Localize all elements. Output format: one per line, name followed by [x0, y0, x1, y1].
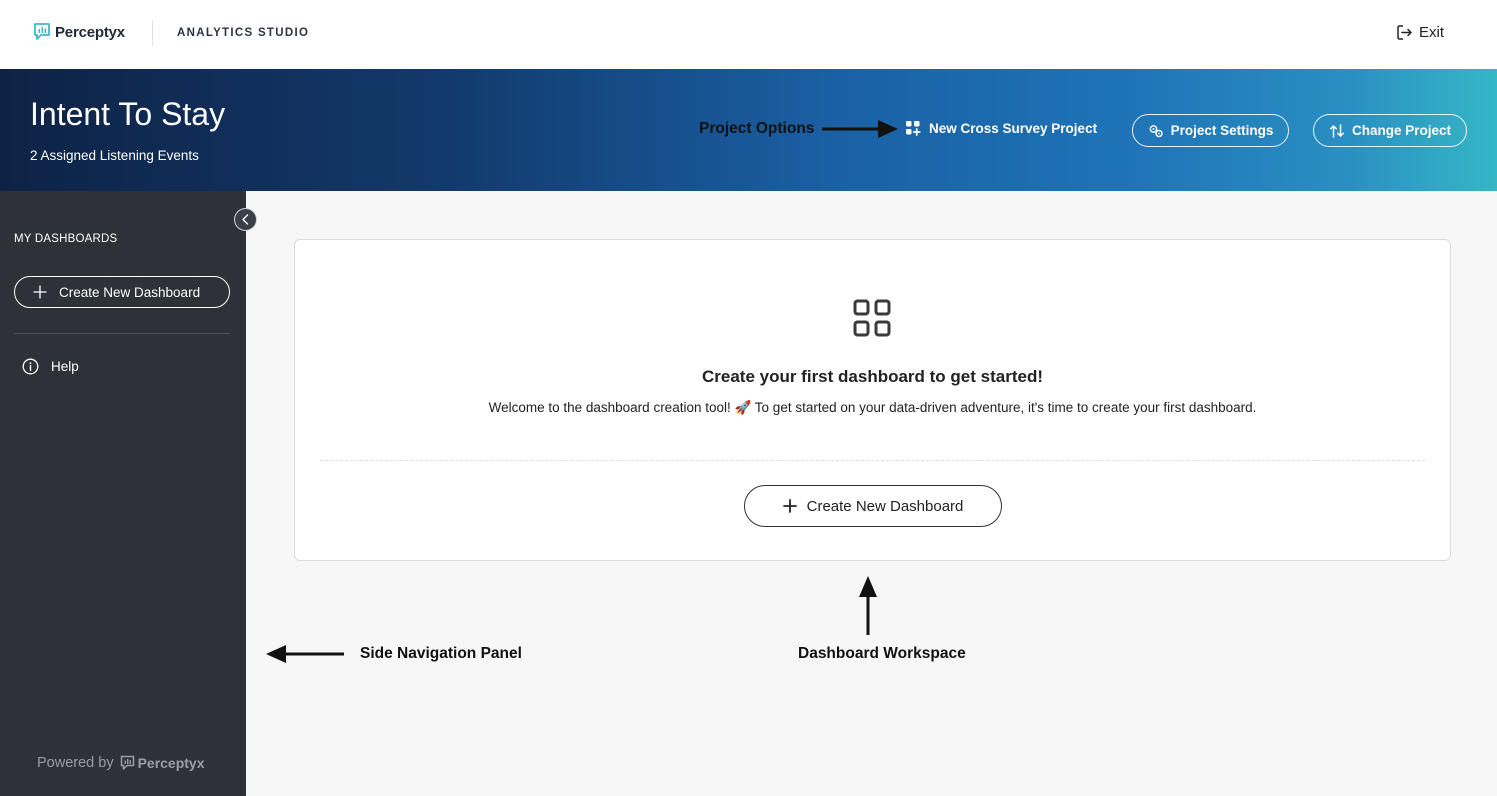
annotation-project-options: Project Options: [699, 120, 815, 137]
side-navigation-panel: MY DASHBOARDS Create New Dashboard Help …: [0, 191, 257, 796]
exit-icon: [1397, 25, 1412, 40]
sidebar-create-dashboard-label: Create New Dashboard: [59, 284, 201, 300]
top-bar: Perceptyx ANALYTICS STUDIO Exit: [0, 0, 1497, 69]
card-divider: [320, 460, 1425, 461]
empty-state-text: Welcome to the dashboard creation tool! …: [488, 400, 1257, 415]
sidebar-divider: [14, 333, 230, 334]
change-project-label: Change Project: [1351, 123, 1452, 138]
perceptyx-logo-icon: [120, 755, 134, 770]
change-project-button[interactable]: Change Project: [1313, 114, 1467, 147]
my-dashboards-heading: MY DASHBOARDS: [14, 233, 118, 245]
empty-state-title: Create your first dashboard to get start…: [701, 367, 1043, 386]
powered-by-label: Powered by: [37, 755, 114, 771]
settings-icon: [1149, 124, 1163, 137]
dashboard-grid-icon: [853, 299, 891, 337]
sidebar-help-label: Help: [51, 359, 79, 374]
project-settings-label: Project Settings: [1170, 123, 1274, 138]
annotation-dashboard-workspace: Dashboard Workspace: [798, 645, 966, 662]
new-cross-survey-project-label: New Cross Survey Project: [929, 120, 1098, 136]
annotation-arrow-up-icon: [859, 576, 877, 635]
annotation-arrow-left-icon: [266, 645, 344, 663]
project-settings-button[interactable]: Project Settings: [1132, 114, 1289, 147]
brand-name: Perceptyx: [55, 23, 125, 41]
plus-icon: [33, 285, 47, 299]
page-subtitle: 2 Assigned Listening Events: [30, 148, 199, 163]
swap-icon: [1330, 123, 1344, 138]
create-new-dashboard-label: Create New Dashboard: [806, 497, 964, 515]
dashboard-workspace-card: Create your first dashboard to get start…: [294, 239, 1451, 561]
sidebar-create-dashboard-button[interactable]: Create New Dashboard: [14, 276, 230, 308]
brand-logo[interactable]: Perceptyx: [33, 22, 125, 42]
create-new-dashboard-button[interactable]: Create New Dashboard: [744, 485, 1002, 527]
topbar-divider: [152, 20, 153, 46]
info-icon: [22, 358, 39, 375]
chevron-left-icon: [242, 214, 249, 225]
annotation-arrow-right-icon: [822, 120, 898, 138]
powered-by-logo: Perceptyx: [120, 755, 205, 771]
plus-icon: [782, 499, 797, 513]
annotation-side-navigation: Side Navigation Panel: [360, 645, 522, 662]
collapse-sidebar-button[interactable]: [234, 208, 257, 231]
product-name: ANALYTICS STUDIO: [177, 27, 310, 39]
powered-by: Powered by Perceptyx: [37, 755, 205, 771]
exit-button[interactable]: Exit: [1396, 24, 1444, 41]
powered-by-brand: Perceptyx: [137, 755, 205, 771]
grid-plus-icon: [906, 121, 921, 136]
perceptyx-logo-icon: [34, 23, 50, 40]
page-title: Intent To Stay: [30, 96, 226, 132]
exit-label: Exit: [1419, 24, 1445, 41]
sidebar-item-help[interactable]: Help: [22, 358, 79, 375]
new-cross-survey-project-button[interactable]: New Cross Survey Project: [905, 120, 1097, 136]
